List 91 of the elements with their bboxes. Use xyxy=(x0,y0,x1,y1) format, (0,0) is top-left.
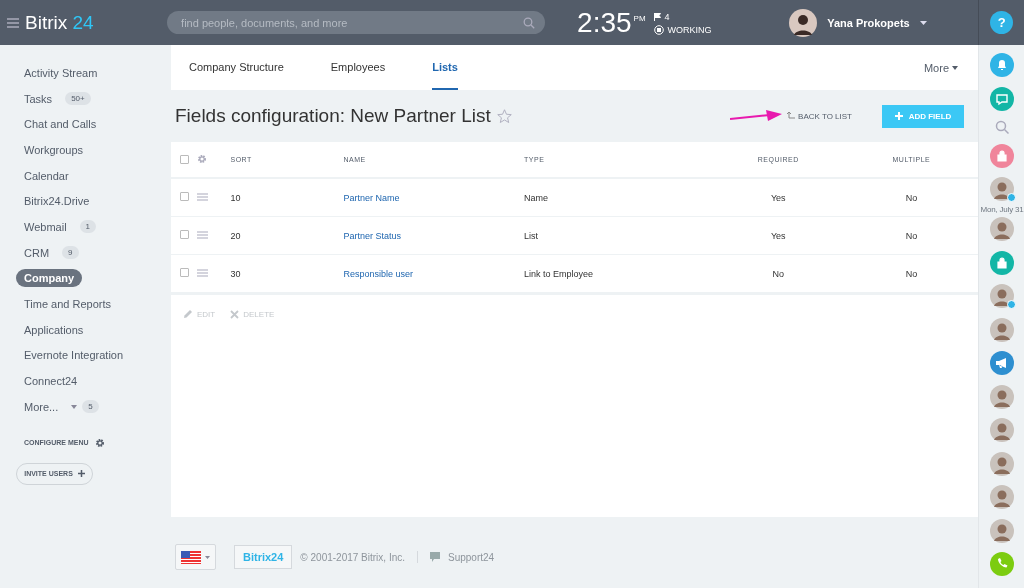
search-icon[interactable] xyxy=(523,17,536,29)
table-cell: No xyxy=(905,230,918,241)
work-status[interactable]: WORKING xyxy=(667,24,712,35)
table-cell: No xyxy=(772,268,784,279)
arrow-annotation xyxy=(730,110,783,122)
flag-count: 4 xyxy=(664,11,670,22)
round-icon[interactable] xyxy=(990,351,1014,375)
user-name[interactable]: Yana Prokopets xyxy=(827,16,910,29)
caret-icon[interactable] xyxy=(205,555,210,559)
return-icon[interactable] xyxy=(787,112,796,120)
table-cell: 30 xyxy=(230,268,241,279)
sidebar-item[interactable]: Chat and Calls xyxy=(16,115,105,134)
flag-icon xyxy=(181,550,201,564)
field-link[interactable]: Partner Status xyxy=(343,230,401,241)
field-link[interactable]: Responsible user xyxy=(343,268,413,279)
avatar[interactable] xyxy=(990,518,1014,543)
sidebar-item[interactable]: More... xyxy=(16,397,67,416)
avatar[interactable] xyxy=(990,177,1014,201)
flag-icon xyxy=(653,12,661,21)
search-icon[interactable] xyxy=(995,120,1009,134)
menu-icon[interactable] xyxy=(7,17,19,28)
sidebar-item[interactable]: Tasks xyxy=(16,89,61,108)
drag-handle-icon[interactable] xyxy=(197,192,208,201)
checkbox[interactable] xyxy=(180,154,189,164)
clock-time: 2:35 xyxy=(577,7,632,38)
drag-handle-icon[interactable] xyxy=(197,230,208,239)
gear-icon[interactable] xyxy=(94,437,105,448)
table-cell: No xyxy=(905,192,918,203)
sidebar-item[interactable]: Activity Stream xyxy=(16,63,106,82)
table-cell: Link to Employee xyxy=(524,268,594,279)
counter-badge: 5 xyxy=(82,400,99,414)
table-cell: Yes xyxy=(770,230,786,241)
language-selector[interactable] xyxy=(175,544,216,570)
close-icon[interactable] xyxy=(230,309,240,319)
round-icon[interactable] xyxy=(990,53,1014,77)
tab[interactable]: Company Structure xyxy=(189,45,311,90)
avatar[interactable] xyxy=(990,485,1014,509)
field-link[interactable]: Partner Name xyxy=(343,192,400,203)
checkbox[interactable] xyxy=(180,192,189,201)
caret-icon[interactable] xyxy=(952,65,958,70)
round-icon[interactable] xyxy=(990,250,1014,275)
date-label: Mon, July 31 xyxy=(980,204,1024,214)
avatar[interactable] xyxy=(990,384,1014,409)
round-icon[interactable] xyxy=(990,86,1014,111)
avatar[interactable] xyxy=(990,284,1014,308)
sidebar-item[interactable]: Bitrix24.Drive xyxy=(16,192,98,211)
sidebar-item[interactable]: Calendar xyxy=(16,166,77,185)
sidebar-item[interactable]: Company xyxy=(16,269,83,288)
sidebar-item[interactable]: Time and Reports xyxy=(16,295,120,314)
copyright-text: © 2001-2017 Bitrix, Inc. xyxy=(300,551,405,563)
search-field[interactable]: find people, documents, and more xyxy=(167,11,546,34)
clock-meridiem: PM xyxy=(633,13,646,23)
round-icon[interactable] xyxy=(990,552,1014,576)
counter-badge: 9 xyxy=(62,246,79,260)
table-cell: 10 xyxy=(230,192,241,203)
table-cell: 20 xyxy=(230,230,241,241)
table-cell: List xyxy=(524,230,539,241)
sidebar-item[interactable]: CRM xyxy=(16,243,58,262)
more-menu[interactable]: More xyxy=(923,61,949,74)
counter-badge: 1 xyxy=(79,220,97,234)
chat-icon[interactable] xyxy=(430,552,440,562)
caret-icon[interactable] xyxy=(71,404,78,409)
avatar[interactable] xyxy=(990,418,1014,442)
sidebar-item[interactable]: Applications xyxy=(16,320,92,339)
sidebar-item[interactable]: Evernote Integration xyxy=(16,346,132,365)
stop-icon[interactable] xyxy=(653,24,664,35)
checkbox[interactable] xyxy=(180,268,189,277)
avatar[interactable] xyxy=(990,217,1014,241)
avatar[interactable] xyxy=(990,451,1014,476)
plus-icon xyxy=(894,112,903,120)
tab[interactable]: Employees xyxy=(330,45,413,90)
counter-badge: 50+ xyxy=(65,92,91,106)
checkbox[interactable] xyxy=(180,230,189,239)
caret-icon[interactable] xyxy=(919,20,927,25)
page-title: Fields configuration: New Partner List xyxy=(175,105,491,127)
drag-handle-icon[interactable] xyxy=(197,268,208,277)
tab[interactable]: Lists xyxy=(432,45,458,90)
plus-icon xyxy=(77,470,85,478)
star-icon[interactable] xyxy=(496,108,512,124)
user-avatar[interactable] xyxy=(789,8,818,37)
table-cell: Name xyxy=(524,192,549,203)
round-icon[interactable] xyxy=(990,143,1014,168)
sidebar-item[interactable]: Workgroups xyxy=(16,140,92,159)
back-to-list-link[interactable]: BACK TO LIST xyxy=(798,111,852,121)
table-cell: No xyxy=(905,268,918,279)
logo[interactable]: Bitrix 24 xyxy=(25,11,94,34)
sidebar-item[interactable]: Webmail xyxy=(16,217,75,236)
table-cell: Yes xyxy=(770,192,786,203)
sidebar-item[interactable]: Connect24 xyxy=(16,372,86,391)
avatar[interactable] xyxy=(990,317,1014,342)
pencil-icon[interactable] xyxy=(183,309,193,319)
